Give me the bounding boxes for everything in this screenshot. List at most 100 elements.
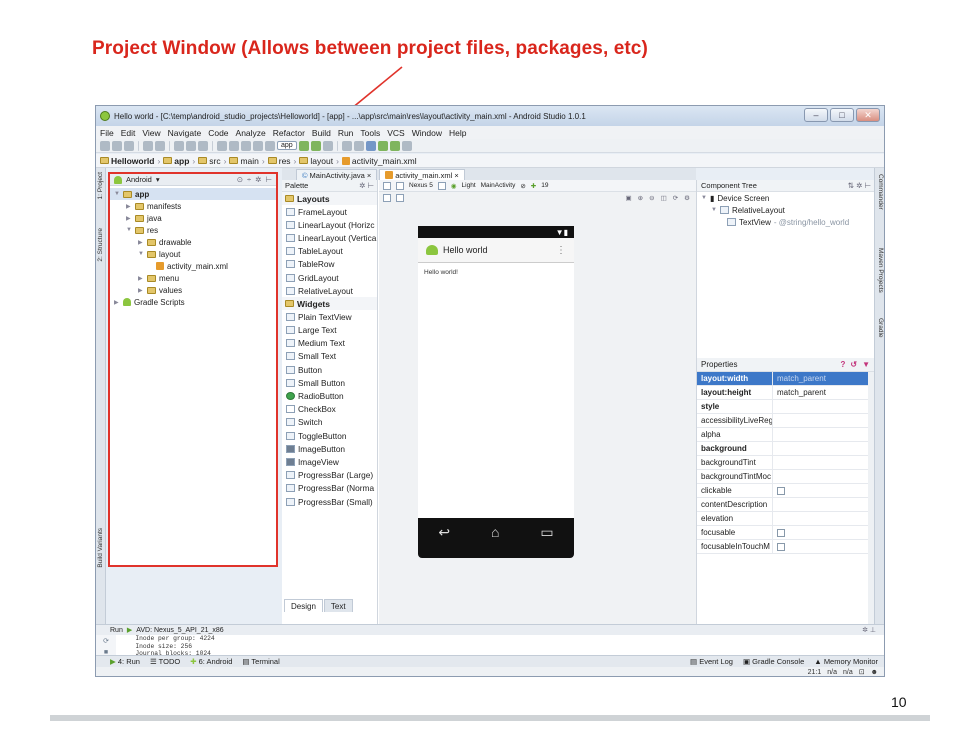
tab-design[interactable]: Design xyxy=(284,599,323,612)
tool-tab-structure[interactable]: 2: Structure xyxy=(97,228,105,262)
palette-item[interactable]: Large Text xyxy=(282,324,377,337)
hide-icon[interactable]: ⊢ xyxy=(265,175,272,184)
property-row[interactable]: style xyxy=(697,400,874,414)
property-value[interactable]: match_parent xyxy=(773,388,874,397)
breadcrumb-item[interactable]: activity_main.xml xyxy=(341,156,417,166)
property-row[interactable]: backgroundTint xyxy=(697,456,874,470)
property-value[interactable] xyxy=(773,486,874,495)
find-icon[interactable] xyxy=(217,140,227,151)
palette-item[interactable]: ProgressBar (Large) xyxy=(282,469,377,482)
back-nav-icon[interactable]: ↩ xyxy=(438,524,450,541)
palette-item[interactable]: CheckBox xyxy=(282,403,377,416)
locale-icon[interactable]: ⊘ xyxy=(520,182,525,190)
palette-item[interactable]: TableLayout xyxy=(282,245,377,258)
tree-options-icon[interactable]: ⇅ ✲ ⊢ xyxy=(848,181,874,190)
menu-window[interactable]: Window xyxy=(412,128,442,138)
tree-node-device-screen[interactable]: ▼ ▮ Device Screen xyxy=(697,192,874,204)
encoding-status[interactable]: n/a xyxy=(843,669,853,676)
tool-tab-project[interactable]: 1: Project xyxy=(97,172,105,199)
tree-node-relative-layout[interactable]: ▼ RelativeLayout xyxy=(697,204,874,216)
palette-item[interactable]: ToggleButton xyxy=(282,429,377,442)
tool-window-android[interactable]: ✚ 6: Android xyxy=(190,657,232,666)
breadcrumb-item[interactable]: layout xyxy=(299,156,333,166)
layout-width-icon[interactable] xyxy=(383,194,391,202)
property-value[interactable] xyxy=(773,542,874,551)
properties-scrollbar[interactable] xyxy=(868,372,874,624)
actual-size-icon[interactable]: ◫ xyxy=(661,194,667,202)
undo-icon[interactable] xyxy=(143,140,153,151)
gear-icon[interactable]: ✲ xyxy=(255,175,261,184)
breadcrumb-item[interactable]: res xyxy=(267,156,291,166)
tab-main-activity-java[interactable]: © MainActivity.java × xyxy=(296,169,378,180)
tool-window-run[interactable]: ▶ 4: Run xyxy=(110,657,140,666)
project-view-dropdown[interactable]: Android xyxy=(126,175,152,184)
menu-run[interactable]: Run xyxy=(338,128,354,138)
palette-item[interactable]: Switch xyxy=(282,416,377,429)
palette-item[interactable]: ImageView xyxy=(282,455,377,468)
palette-item[interactable]: TableRow xyxy=(282,258,377,271)
run-icon[interactable] xyxy=(298,140,309,151)
run-config-dropdown[interactable]: app xyxy=(277,141,297,150)
lock-icon[interactable]: ⊡ xyxy=(859,668,865,676)
debug-icon[interactable] xyxy=(310,140,321,151)
sync-icon[interactable] xyxy=(124,140,134,151)
palette-item[interactable]: Small Text xyxy=(282,350,377,363)
close-tab-icon[interactable]: × xyxy=(454,171,458,180)
project-structure-icon[interactable] xyxy=(353,140,364,151)
palette-item[interactable]: LinearLayout (Vertica xyxy=(282,231,377,244)
forward-icon[interactable] xyxy=(253,140,263,151)
redo-icon[interactable] xyxy=(155,140,165,151)
property-checkbox[interactable] xyxy=(777,486,785,495)
tree-item-activity-main-xml[interactable]: activity_main.xml xyxy=(110,260,276,272)
device-preview[interactable]: ▼▮ Hello world ⋮ Hello world! ↩ ⌂ ▭ xyxy=(418,226,574,558)
tab-text[interactable]: Text xyxy=(323,599,353,612)
help-icon[interactable]: ? xyxy=(840,360,845,369)
rerun-icon[interactable]: ⟳ xyxy=(103,637,109,645)
expand-arrow-icon[interactable]: ▼ xyxy=(701,195,707,201)
rendering-options-icon[interactable] xyxy=(383,181,391,190)
breadcrumb-item[interactable]: main xyxy=(229,156,259,166)
tree-item-app[interactable]: ▼ app xyxy=(110,188,276,200)
orientation-icon[interactable] xyxy=(437,181,446,190)
menu-tools[interactable]: Tools xyxy=(360,128,380,138)
palette-section-layouts[interactable]: Layouts xyxy=(282,192,377,205)
sync-scroll-icon[interactable]: ⊙ xyxy=(237,175,243,184)
property-checkbox[interactable] xyxy=(777,528,785,537)
palette-item[interactable]: ImageButton xyxy=(282,442,377,455)
palette-item[interactable]: LinearLayout (Horizc xyxy=(282,218,377,231)
palette-item[interactable]: Medium Text xyxy=(282,337,377,350)
property-value[interactable] xyxy=(773,528,874,537)
palette-item[interactable]: Small Button xyxy=(282,376,377,389)
property-value[interactable]: match_parent xyxy=(773,374,874,383)
tree-item-res[interactable]: ▼ res xyxy=(110,224,276,236)
tree-item-manifests[interactable]: ▶ manifests xyxy=(110,200,276,212)
caret-position[interactable]: 21:1 xyxy=(808,669,822,676)
zoom-out-icon[interactable]: ⊖ xyxy=(649,194,654,202)
chevron-down-icon[interactable]: ▾ xyxy=(156,175,160,184)
property-row[interactable]: accessibilityLiveReg xyxy=(697,414,874,428)
collapse-arrow-icon[interactable]: ▶ xyxy=(126,203,132,210)
layout-height-icon[interactable] xyxy=(396,194,404,202)
settings-icon[interactable] xyxy=(341,140,352,151)
menu-edit[interactable]: Edit xyxy=(121,128,136,138)
help-icon[interactable] xyxy=(401,140,412,151)
open-icon[interactable] xyxy=(100,140,110,151)
collapse-arrow-icon[interactable]: ▶ xyxy=(126,215,132,222)
tree-item-menu[interactable]: ▶ menu xyxy=(110,272,276,284)
palette-item[interactable]: RadioButton xyxy=(282,389,377,402)
property-row[interactable]: elevation xyxy=(697,512,874,526)
palette-item[interactable]: GridLayout xyxy=(282,271,377,284)
api-level-dropdown[interactable]: 19 xyxy=(541,182,548,189)
tree-item-java[interactable]: ▶ java xyxy=(110,212,276,224)
gear-icon[interactable]: ✲ ⊢ xyxy=(359,181,377,190)
property-row[interactable]: contentDescription xyxy=(697,498,874,512)
tree-item-values[interactable]: ▶ values xyxy=(110,284,276,296)
theme-dropdown[interactable]: Light xyxy=(462,182,476,189)
expand-arrow-icon[interactable]: ▼ xyxy=(114,191,120,197)
tree-item-drawable[interactable]: ▶ drawable xyxy=(110,236,276,248)
close-tab-icon[interactable]: × xyxy=(367,171,371,180)
tool-window-event-log[interactable]: ▤ Event Log xyxy=(690,657,733,666)
android-monitor-icon[interactable] xyxy=(389,140,400,151)
device-dropdown[interactable]: Nexus 5 xyxy=(409,182,433,189)
attach-icon[interactable] xyxy=(322,140,333,151)
